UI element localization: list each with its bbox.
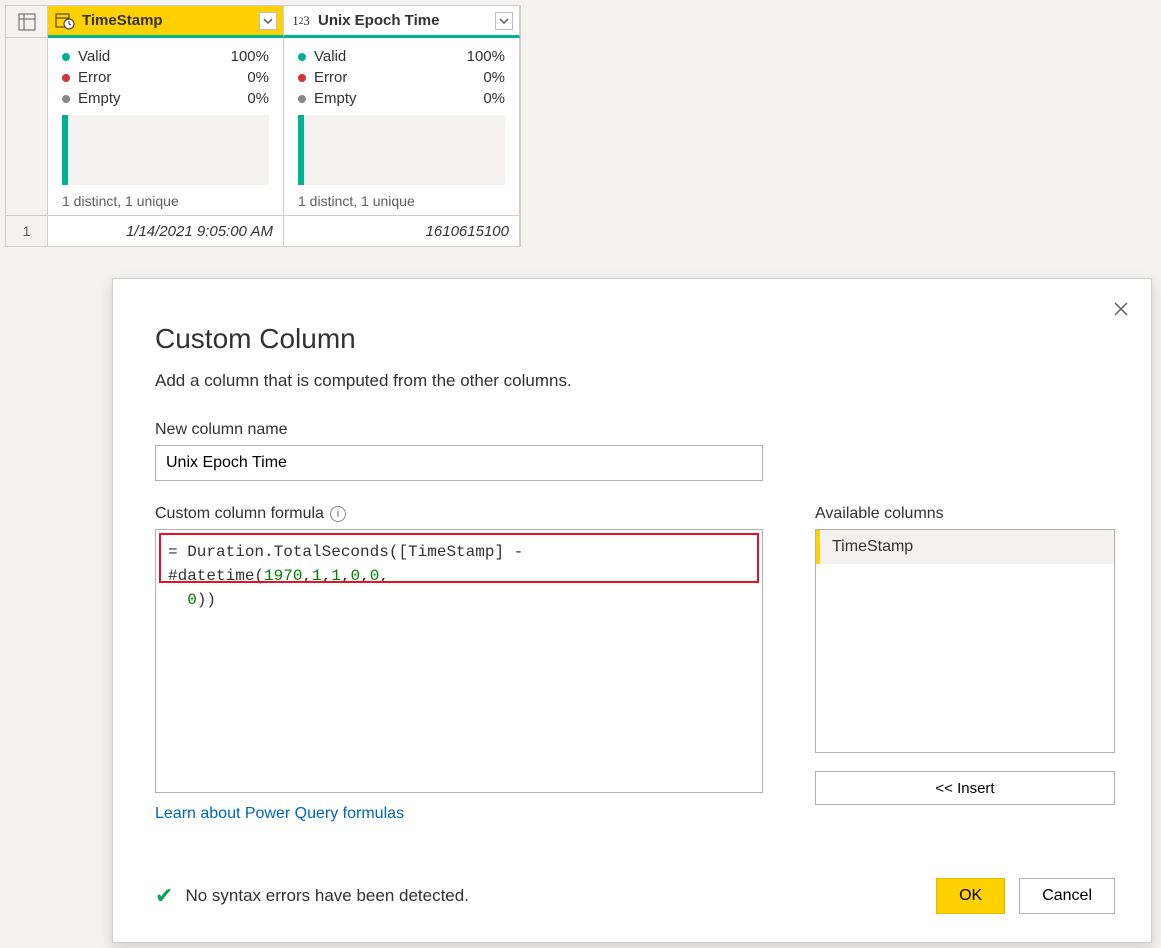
- valid-pct: 100%: [231, 48, 269, 65]
- formula-label-text: Custom column formula: [155, 505, 324, 523]
- chevron-down-icon: [499, 18, 509, 24]
- available-columns-label: Available columns: [815, 505, 1115, 523]
- chevron-down-icon: [263, 18, 273, 24]
- error-dot-icon: [298, 74, 306, 82]
- learn-link[interactable]: Learn about Power Query formulas: [155, 805, 763, 823]
- column-header-timestamp[interactable]: TimeStamp: [48, 6, 284, 38]
- formula-code: = Duration.TotalSeconds([TimeStamp] - #d…: [156, 530, 762, 622]
- column-name: Unix Epoch Time: [318, 12, 495, 29]
- valid-dot-icon: [298, 53, 306, 61]
- column-profile-unix: Valid 100% Error 0% Empty 0% 1 distinct, 1 …: [284, 38, 520, 216]
- cell-timestamp[interactable]: 1/14/2021 9:05:00 AM: [48, 216, 284, 246]
- custom-column-dialog: Custom Column Add a column that is compu…: [112, 278, 1152, 943]
- ok-button[interactable]: OK: [936, 878, 1005, 914]
- insert-button[interactable]: << Insert: [815, 771, 1115, 805]
- column-filter-dropdown[interactable]: [495, 12, 513, 30]
- error-pct: 0%: [483, 69, 505, 86]
- column-header-unix[interactable]: 123 Unix Epoch Time: [284, 6, 520, 38]
- dialog-subtitle: Add a column that is computed from the o…: [155, 371, 1115, 391]
- distribution-bar: [298, 115, 505, 185]
- valid-pct: 100%: [467, 48, 505, 65]
- empty-label: Empty: [78, 90, 121, 107]
- distribution-bar: [62, 115, 269, 185]
- column-profile-timestamp: Valid 100% Error 0% Empty 0% 1 distinct, 1 …: [48, 38, 284, 216]
- status-text: No syntax errors have been detected.: [185, 886, 469, 906]
- empty-pct: 0%: [483, 90, 505, 107]
- close-button[interactable]: [1107, 295, 1135, 323]
- dialog-title: Custom Column: [155, 323, 1115, 355]
- empty-pct: 0%: [247, 90, 269, 107]
- distinct-summary: 1 distinct, 1 unique: [62, 193, 269, 209]
- datetime-type-icon: [54, 12, 76, 30]
- valid-dot-icon: [62, 53, 70, 61]
- column-filter-dropdown[interactable]: [259, 12, 277, 30]
- available-column-item[interactable]: TimeStamp: [816, 530, 1114, 564]
- empty-dot-icon: [62, 95, 70, 103]
- error-label: Error: [78, 69, 111, 86]
- empty-dot-icon: [298, 95, 306, 103]
- row-number[interactable]: 1: [6, 216, 48, 246]
- new-column-name-label: New column name: [155, 421, 1115, 439]
- row-selector-corner[interactable]: [6, 6, 48, 38]
- error-pct: 0%: [247, 69, 269, 86]
- quality-row-gutter: [6, 38, 48, 216]
- available-columns-list[interactable]: TimeStamp: [815, 529, 1115, 753]
- column-name: TimeStamp: [82, 12, 259, 29]
- error-label: Error: [314, 69, 347, 86]
- close-icon: [1113, 301, 1129, 317]
- query-preview-grid: TimeStamp 123 Unix Epoch Time Valid 100% …: [5, 5, 521, 247]
- new-column-name-input[interactable]: [155, 445, 763, 481]
- distinct-summary: 1 distinct, 1 unique: [298, 193, 505, 209]
- valid-label: Valid: [78, 48, 110, 65]
- formula-label: Custom column formula i: [155, 505, 763, 523]
- cell-unix[interactable]: 1610615100: [284, 216, 520, 246]
- empty-label: Empty: [314, 90, 357, 107]
- table-icon: [18, 13, 36, 31]
- formula-editor[interactable]: = Duration.TotalSeconds([TimeStamp] - #d…: [155, 529, 763, 793]
- info-icon[interactable]: i: [330, 506, 346, 522]
- check-icon: ✔: [155, 883, 173, 909]
- number-type-icon: 123: [290, 13, 312, 29]
- cancel-button[interactable]: Cancel: [1019, 878, 1115, 914]
- error-dot-icon: [62, 74, 70, 82]
- valid-label: Valid: [314, 48, 346, 65]
